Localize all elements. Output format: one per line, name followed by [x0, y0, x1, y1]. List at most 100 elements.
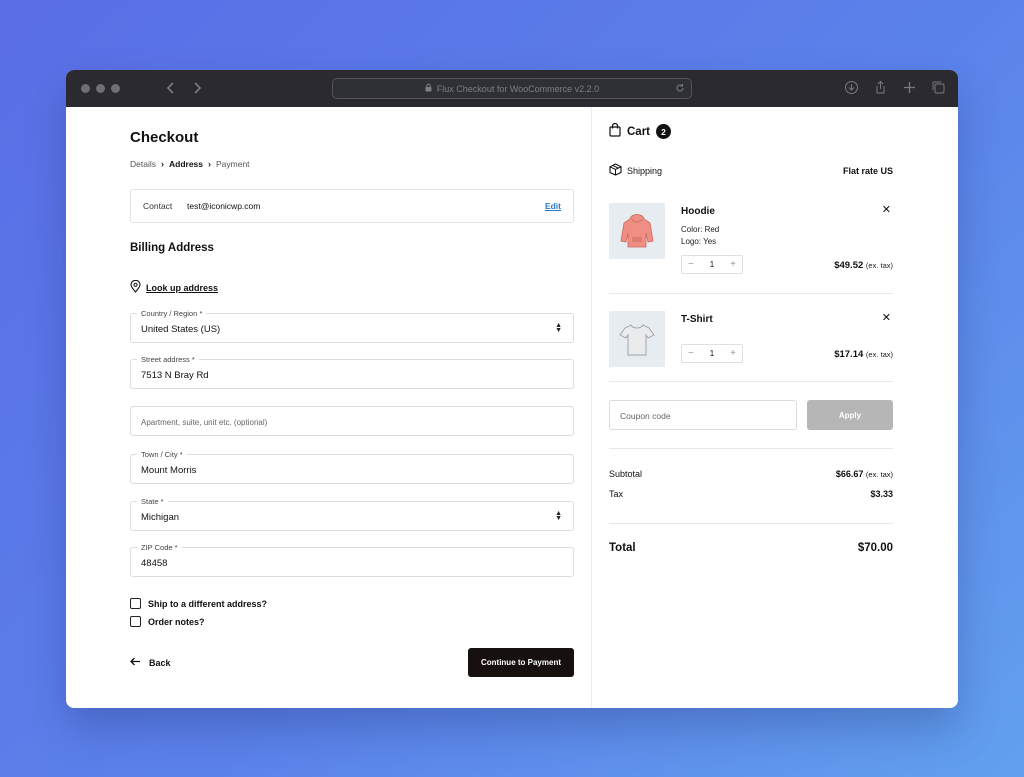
contact-email: test@iconicwp.com [187, 201, 261, 211]
page-title: Checkout [130, 129, 199, 146]
new-tab-icon[interactable] [902, 80, 917, 95]
subtotal-value: $66.67 (ex. tax) [836, 469, 893, 479]
reload-icon[interactable] [675, 83, 685, 95]
item-price-tax-note: (ex. tax) [865, 261, 893, 270]
zip-code-input[interactable]: ZIP Code * 48458 [130, 543, 574, 577]
item-name: T-Shirt [681, 314, 713, 325]
shipping-row: Shipping Flat rate US [609, 163, 893, 178]
plus-icon[interactable]: + [730, 348, 736, 359]
browser-toolbar [844, 80, 946, 95]
city-value: Mount Morris [141, 465, 197, 476]
divider [609, 293, 893, 294]
box-icon [609, 163, 622, 178]
apartment-input[interactable]: Apartment, suite, unit etc. (optional) [130, 406, 574, 436]
street-label: Street address * [137, 355, 199, 364]
apply-coupon-button[interactable]: Apply [807, 400, 893, 430]
select-arrows-icon: ▲ ▼ [555, 322, 562, 334]
order-notes-label: Order notes? [148, 616, 205, 627]
coupon-code-input[interactable]: Coupon code [609, 400, 797, 430]
checkbox-icon[interactable] [130, 598, 141, 609]
contact-label: Contact [143, 201, 173, 211]
plus-icon[interactable]: + [730, 259, 736, 270]
forward-arrow-icon[interactable] [190, 79, 204, 97]
quantity-stepper: − 1 + [681, 255, 743, 274]
lookup-address-label: Look up address [146, 282, 219, 293]
country-value: United States (US) [141, 324, 221, 335]
address-bar[interactable]: Flux Checkout for WooCommerce v2.2.0 [332, 78, 692, 99]
cart-title: Cart [627, 125, 651, 138]
back-button[interactable]: Back [130, 657, 171, 668]
subtotal-tax-note: (ex. tax) [865, 470, 893, 479]
total-row: Total $70.00 [609, 542, 893, 554]
breadcrumb: Details › Address › Payment [130, 159, 250, 169]
download-icon[interactable] [844, 80, 859, 95]
state-value: Michigan [141, 512, 180, 523]
breadcrumb-details[interactable]: Details [130, 159, 156, 169]
country-select[interactable]: Country / Region * United States (US) ▲ ▼ [130, 309, 574, 343]
item-color: Color: Red [681, 225, 720, 234]
item-logo: Logo: Yes [681, 237, 717, 246]
state-label: State * [137, 497, 168, 506]
remove-item-icon[interactable]: ✕ [882, 203, 891, 216]
close-window-button[interactable] [81, 84, 90, 93]
subtotal-label: Subtotal [609, 469, 643, 479]
item-price-tax-note: (ex. tax) [865, 350, 893, 359]
page-url-title: Flux Checkout for WooCommerce v2.2.0 [436, 83, 600, 94]
apartment-placeholder: Apartment, suite, unit etc. (optional) [141, 418, 268, 427]
tabs-overview-icon[interactable] [931, 80, 946, 95]
subtotal-row: Subtotal $66.67 (ex. tax) [609, 469, 893, 479]
edit-contact-link[interactable]: Edit [545, 201, 561, 211]
street-address-input[interactable]: Street address * 7513 N Bray Rd [130, 355, 574, 389]
lookup-address-link[interactable]: Look up address [130, 279, 219, 295]
location-pin-icon [130, 279, 141, 295]
item-price: $49.52 (ex. tax) [834, 260, 893, 271]
checkbox-icon[interactable] [130, 616, 141, 627]
zip-label: ZIP Code * [137, 543, 182, 552]
ship-different-checkbox[interactable]: Ship to a different address? [130, 598, 267, 609]
browser-nav [164, 79, 204, 97]
country-label: Country / Region * [137, 309, 207, 318]
window-controls [81, 84, 120, 93]
minimize-window-button[interactable] [96, 84, 105, 93]
zip-value: 48458 [141, 558, 168, 569]
breadcrumb-payment[interactable]: Payment [216, 159, 250, 169]
minus-icon[interactable]: − [688, 348, 694, 359]
cart-count-badge: 2 [656, 124, 672, 139]
divider [609, 523, 893, 524]
select-arrows-icon: ▲ ▼ [555, 510, 562, 522]
lock-icon [425, 83, 432, 94]
order-notes-checkbox[interactable]: Order notes? [130, 616, 205, 627]
product-image [609, 203, 665, 259]
maximize-window-button[interactable] [111, 84, 120, 93]
browser-window: Flux Checkout for WooCommerce v2.2.0 Che… [66, 70, 958, 708]
tshirt-image [619, 324, 655, 356]
minus-icon[interactable]: − [688, 259, 694, 270]
divider [609, 448, 893, 449]
state-select[interactable]: State * Michigan ▲ ▼ [130, 497, 574, 531]
continue-to-payment-button[interactable]: Continue to Payment [468, 648, 574, 677]
item-price-value: $49.52 [834, 260, 864, 271]
total-label: Total [609, 542, 636, 554]
hoodie-image [620, 214, 654, 248]
city-input[interactable]: Town / City * Mount Morris [130, 450, 574, 484]
quantity-stepper: − 1 + [681, 344, 743, 363]
remove-item-icon[interactable]: ✕ [882, 311, 891, 324]
back-label: Back [149, 657, 171, 668]
chevron-right-icon: › [208, 159, 211, 169]
breadcrumb-address[interactable]: Address [169, 159, 203, 169]
cart-heading: Cart 2 [609, 122, 672, 140]
cart-item: Hoodie Color: Red Logo: Yes ✕ − 1 + $49.… [609, 203, 893, 283]
divider [609, 381, 893, 382]
chevron-right-icon: › [160, 159, 164, 169]
back-arrow-icon[interactable] [164, 79, 178, 97]
share-icon[interactable] [873, 80, 888, 95]
tax-value: $3.33 [870, 489, 893, 499]
item-options: Color: Red Logo: Yes [681, 224, 719, 248]
quantity-value[interactable]: 1 [710, 349, 714, 358]
street-value: 7513 N Bray Rd [141, 370, 209, 381]
page-content: Checkout Details › Address › Payment Con… [66, 107, 958, 708]
quantity-value[interactable]: 1 [710, 260, 714, 269]
tax-label: Tax [609, 489, 624, 499]
total-value: $70.00 [857, 542, 893, 554]
contact-summary: Contact test@iconicwp.com Edit [130, 189, 574, 223]
